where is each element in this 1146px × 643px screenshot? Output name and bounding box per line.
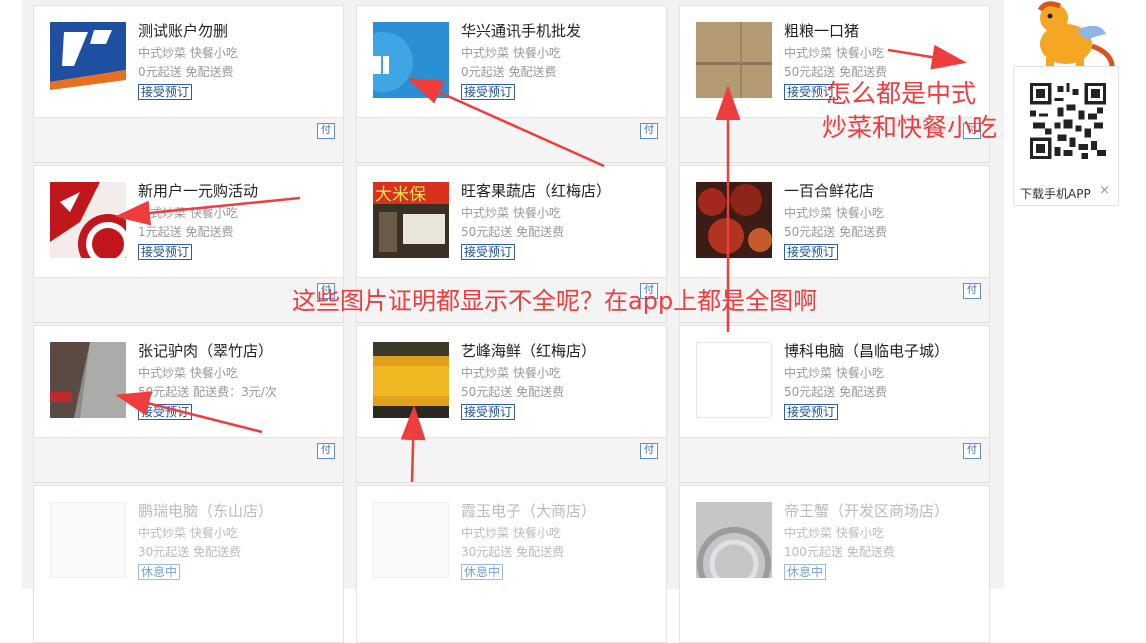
store-thumbnail[interactable] [696,342,772,418]
store-card[interactable]: 霞玉电子（大商店） 中式炒菜 快餐小吃 30元起送 免配送费 休息中 [356,485,667,643]
store-thumbnail[interactable] [373,502,449,578]
online-pay-icon: 付 [640,443,658,459]
store-thumbnail[interactable] [696,182,772,258]
online-pay-icon: 付 [640,123,658,139]
status-badge: 接受预订 [461,84,516,100]
store-category: 中式炒菜 快餐小吃 [461,206,561,220]
card-footer: 付 [680,437,989,482]
store-delivery: 30元起送 免配送费 [138,545,242,559]
online-pay-icon: 付 [963,443,981,459]
status-badge: 接受预订 [138,84,193,100]
download-app-label[interactable]: 下载手机APP [1020,185,1091,202]
store-thumbnail[interactable]: 大米保 [373,182,449,258]
card-footer: 付 [357,437,666,482]
store-card[interactable]: 艺峰海鲜（红梅店） 中式炒菜 快餐小吃 50元起送 免配送费 接受预订 付 [356,325,667,483]
status-badge: 接受预订 [461,404,516,420]
status-badge: 接受预订 [461,244,516,260]
store-delivery: 50元起送 免配送费 [784,385,888,399]
app-download-box[interactable]: 下载手机APP × [1013,66,1119,206]
store-category: 中式炒菜 快餐小吃 [138,206,238,220]
store-category: 中式炒菜 快餐小吃 [461,46,561,60]
annotation-note-category-line2: 炒菜和快餐小吃 [822,113,998,142]
store-name[interactable]: 艺峰海鲜（红梅店） [461,340,596,361]
store-thumbnail[interactable] [50,182,126,258]
store-delivery: 50元起送 免配送费 [461,225,565,239]
store-card[interactable]: 测试账户勿删 中式炒菜 快餐小吃 0元起送 免配送费 接受预订 付 [33,5,344,163]
store-name[interactable]: 华兴通讯手机批发 [461,20,581,41]
store-category: 中式炒菜 快餐小吃 [784,46,884,60]
store-card[interactable]: 博科电脑（昌临电子城） 中式炒菜 快餐小吃 50元起送 免配送费 接受预订 付 [679,325,990,483]
store-thumbnail[interactable] [50,342,126,418]
store-category: 中式炒菜 快餐小吃 [784,366,884,380]
store-name[interactable]: 新用户一元购活动 [138,180,258,201]
store-name[interactable]: 博科电脑（昌临电子城） [784,340,949,361]
store-thumbnail[interactable] [50,22,126,98]
store-name[interactable]: 旺客果蔬店（红梅店） [461,180,611,201]
store-card[interactable]: 帝王蟹（开发区商场店） 中式炒菜 快餐小吃 100元起送 免配送费 休息中 [679,485,990,643]
store-sign-text: 大米保 [375,185,426,205]
status-badge: 休息中 [784,564,827,580]
store-category: 中式炒菜 快餐小吃 [461,366,561,380]
store-card[interactable]: 鹏瑞电脑（东山店） 中式炒菜 快餐小吃 30元起送 免配送费 休息中 [33,485,344,643]
status-badge: 休息中 [461,564,504,580]
store-card[interactable]: 华兴通讯手机批发 中式炒菜 快餐小吃 0元起送 免配送费 接受预订 付 [356,5,667,163]
store-delivery: 50元起送 免配送费 [461,385,565,399]
store-name[interactable]: 测试账户勿删 [138,20,228,41]
online-pay-icon: 付 [317,443,335,459]
annotation-note-images: 这些图片证明都显示不全呢？在app上都是全图啊 [292,287,818,315]
store-category: 中式炒菜 快餐小吃 [138,46,238,60]
store-delivery: 0元起送 免配送费 [138,65,234,79]
store-delivery: 50元起送 免配送费 [784,225,888,239]
card-footer: 付 [34,437,343,482]
status-badge: 休息中 [138,564,181,580]
store-name[interactable]: 张记驴肉（翠竹店） [138,340,273,361]
annotation-note-category: 怎么都是中式 [826,79,977,108]
qr-code-icon [1030,83,1106,159]
store-delivery: 100元起送 免配送费 [784,545,895,559]
status-badge: 接受预订 [138,244,193,260]
store-thumbnail[interactable] [373,342,449,418]
store-thumbnail[interactable] [50,502,126,578]
status-badge: 接受预订 [784,404,839,420]
store-thumbnail[interactable] [696,502,772,578]
store-thumbnail[interactable] [373,22,449,98]
store-name[interactable]: 一百合鲜花店 [784,180,874,201]
store-delivery: 1元起送 免配送费 [138,225,234,239]
close-icon[interactable]: × [1099,183,1110,198]
store-category: 中式炒菜 快餐小吃 [784,526,884,540]
store-card[interactable]: 张记驴肉（翠竹店） 中式炒菜 快餐小吃 50元起送 配送费：3元/次 接受预订 … [33,325,344,483]
store-delivery: 0元起送 免配送费 [461,65,557,79]
online-pay-icon: 付 [317,123,335,139]
card-footer: 付 [357,117,666,162]
store-category: 中式炒菜 快餐小吃 [461,526,561,540]
status-badge: 接受预订 [138,404,193,420]
card-footer: 付 [34,117,343,162]
store-delivery: 30元起送 免配送费 [461,545,565,559]
store-thumbnail[interactable] [696,22,772,98]
store-delivery: 50元起送 配送费：3元/次 [138,385,277,399]
store-category: 中式炒菜 快餐小吃 [138,366,238,380]
online-pay-icon: 付 [963,283,981,299]
status-badge: 接受预订 [784,244,839,260]
store-name[interactable]: 帝王蟹（开发区商场店） [784,500,949,521]
store-name[interactable]: 鹏瑞电脑（东山店） [138,500,273,521]
store-category: 中式炒菜 快餐小吃 [784,206,884,220]
store-category: 中式炒菜 快餐小吃 [138,526,238,540]
store-name[interactable]: 粗粮一口猪 [784,20,859,41]
store-name[interactable]: 霞玉电子（大商店） [461,500,596,521]
